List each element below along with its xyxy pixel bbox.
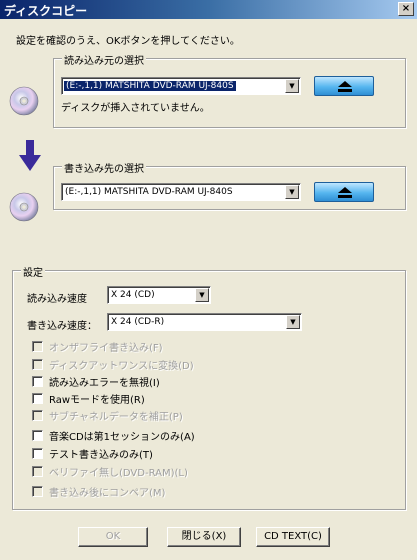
settings-group-label: 設定 (21, 264, 45, 279)
close-window-button[interactable]: × (398, 2, 414, 16)
read-speed-label: 読み込み速度 (27, 294, 87, 305)
checkbox-box[interactable] (32, 486, 43, 497)
ok-button[interactable]: OK (78, 527, 148, 547)
copy-direction-arrow-icon (19, 140, 41, 171)
subchannel-correct-checkbox[interactable]: サブチャネルデータを補正(P) (32, 408, 183, 423)
compare-after-write-checkbox[interactable]: 書き込み後にコンペア(M) (32, 484, 165, 499)
destination-drive-value: (E:-,1,1) MATSHITA DVD-RAM UJ-840S (65, 187, 233, 197)
checkbox-box[interactable] (32, 393, 43, 404)
source-drive-select[interactable]: (E:-,1,1) MATSHITA DVD-RAM UJ-840S ▼ (61, 77, 301, 95)
ignore-read-errors-checkbox[interactable]: 読み込みエラーを無視(I) (32, 374, 160, 389)
source-eject-button[interactable] (314, 76, 374, 96)
checkbox-box[interactable] (32, 341, 43, 352)
destination-group-label: 書き込み先の選択 (62, 160, 146, 175)
read-speed-value: X 24 (CD) (111, 290, 155, 300)
window-title: ディスクコピー (4, 4, 88, 18)
raw-mode-checkbox[interactable]: Rawモードを使用(R) (32, 391, 145, 406)
checkbox-box[interactable] (32, 430, 43, 441)
source-status-text: ディスクが挿入されていません。 (61, 103, 210, 114)
no-verify-checkbox[interactable]: ベリファイ無し(DVD-RAM)(L) (32, 464, 188, 479)
chevron-down-icon[interactable]: ▼ (285, 185, 299, 199)
source-group-label: 読み込み元の選択 (62, 52, 146, 67)
checkbox-box[interactable] (32, 448, 43, 459)
chevron-down-icon[interactable]: ▼ (195, 288, 209, 302)
instruction-text: 設定を確認のうえ、OKボタンを押してください。 (16, 36, 240, 47)
checkbox-box[interactable] (32, 359, 43, 370)
write-speed-value: X 24 (CD-R) (111, 317, 165, 327)
on-the-fly-checkbox[interactable]: オンザフライ書き込み(F) (32, 339, 163, 354)
read-speed-select[interactable]: X 24 (CD) ▼ (107, 286, 211, 304)
destination-drive-select[interactable]: (E:-,1,1) MATSHITA DVD-RAM UJ-840S ▼ (61, 183, 301, 201)
destination-eject-button[interactable] (314, 182, 374, 202)
source-group: 読み込み元の選択 (E:-,1,1) MATSHITA DVD-RAM UJ-8… (53, 52, 406, 128)
destination-cd-icon (9, 192, 39, 222)
eject-icon (338, 187, 352, 198)
test-write-checkbox[interactable]: テスト書き込みのみ(T) (32, 446, 153, 461)
eject-icon (338, 81, 352, 92)
disc-at-once-checkbox[interactable]: ディスクアットワンスに変換(D) (32, 357, 194, 372)
write-speed-select[interactable]: X 24 (CD-R) ▼ (107, 313, 302, 331)
chevron-down-icon[interactable]: ▼ (286, 315, 300, 329)
checkbox-box[interactable] (32, 376, 43, 387)
checkbox-box[interactable] (32, 466, 43, 477)
source-drive-value: (E:-,1,1) MATSHITA DVD-RAM UJ-840S (64, 81, 236, 91)
destination-group: 書き込み先の選択 (E:-,1,1) MATSHITA DVD-RAM UJ-8… (53, 160, 406, 210)
cd-text-button[interactable]: CD TEXT(C) (256, 527, 330, 547)
write-speed-label: 書き込み速度： (27, 321, 97, 332)
checkbox-box[interactable] (32, 410, 43, 421)
source-cd-icon (9, 86, 39, 116)
close-button[interactable]: 閉じる(X) (167, 527, 241, 547)
chevron-down-icon[interactable]: ▼ (285, 79, 299, 93)
first-session-only-checkbox[interactable]: 音楽CDは第1セッションのみ(A) (32, 428, 195, 443)
title-bar: ディスクコピー × (0, 0, 417, 19)
